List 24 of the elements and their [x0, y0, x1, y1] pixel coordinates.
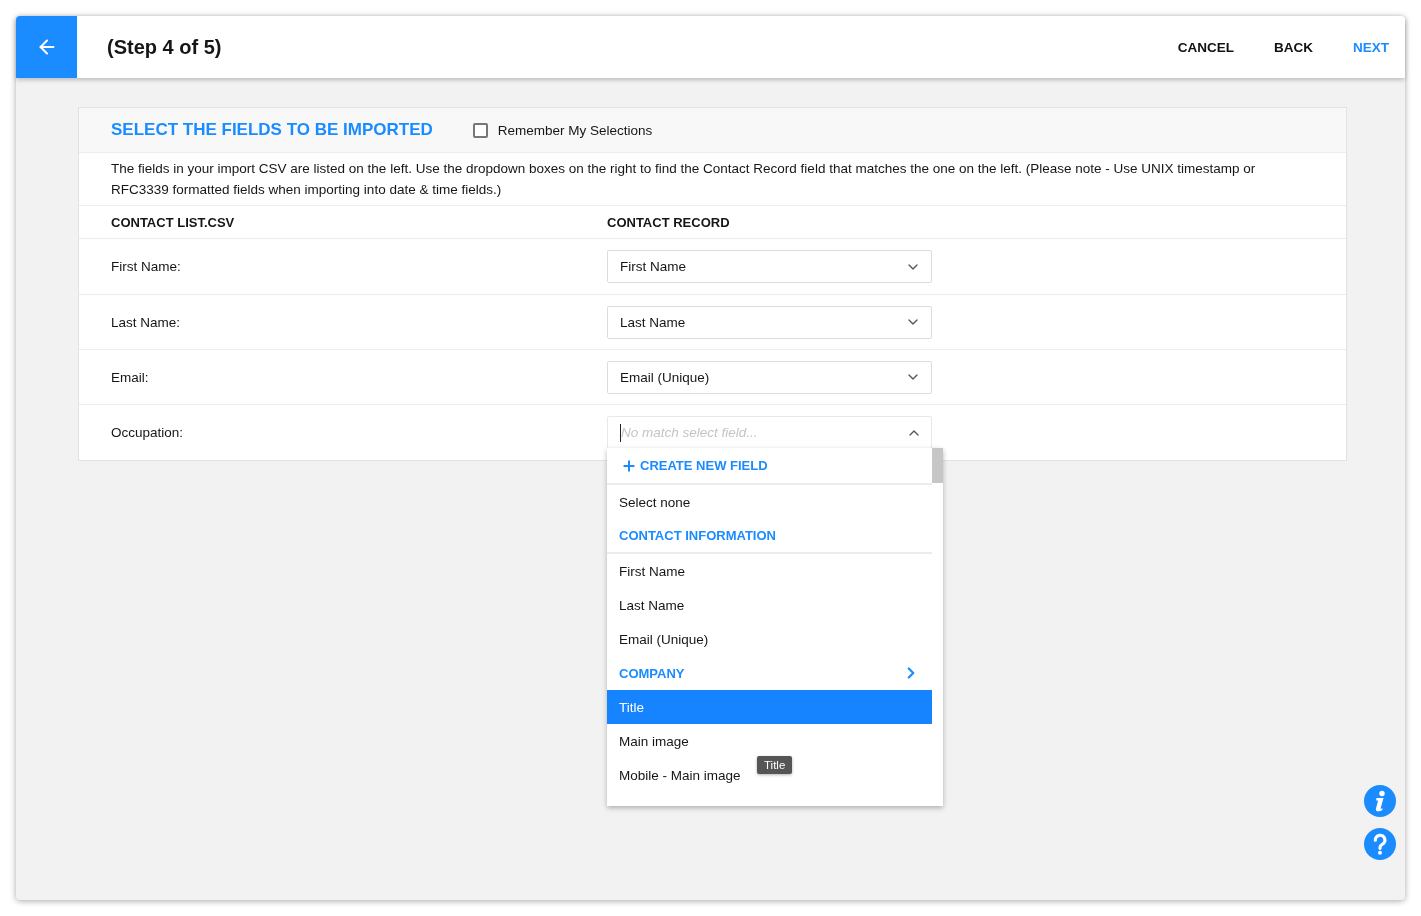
field-label: Occupation:	[111, 425, 185, 440]
plus-icon	[621, 457, 637, 474]
field-select[interactable]: First Name	[607, 250, 932, 283]
field-label: Email:	[111, 369, 150, 385]
menu-option[interactable]: Title	[607, 690, 932, 724]
text-cursor-icon	[620, 424, 621, 442]
description-text: The fields in your import CSV are listed on the left. Use the dropdown boxes on the right to find the Contact Record field that matches the one on the left. (Please note - Use UNIX timestamp or RFC3339 formatted fields when importing into date & time fields.)	[79, 153, 1346, 206]
header-action-button[interactable]: CANCEL	[1177, 31, 1234, 63]
field-select[interactable]: Email (Unique)	[607, 360, 932, 394]
tooltip: Title	[757, 756, 793, 774]
checkbox-label: Remember My Selections	[497, 122, 653, 138]
field-label: First Name:	[111, 259, 182, 274]
help-icon[interactable]	[1364, 828, 1396, 860]
column-header: CONTACT RECORD	[607, 214, 731, 230]
info-icon[interactable]	[1364, 785, 1396, 817]
search-field[interactable]: No match select field...	[607, 416, 932, 449]
scrollbar-thumb[interactable]	[932, 448, 943, 483]
field-label: Last Name:	[111, 314, 182, 330]
header-action-button[interactable]: BACK	[1274, 31, 1313, 63]
column-header: CONTACT LIST.CSV	[111, 214, 236, 230]
field-select[interactable]: Last Name	[607, 305, 932, 339]
remember-checkbox[interactable]	[472, 122, 488, 138]
panel-title: SELECT THE FIELDS TO BE IMPORTED	[111, 120, 433, 140]
step-title: (Step 4 of 5)	[107, 35, 222, 59]
